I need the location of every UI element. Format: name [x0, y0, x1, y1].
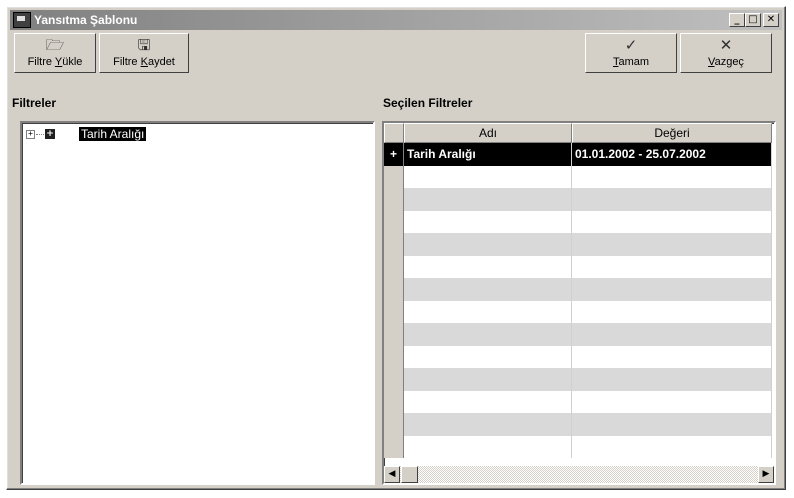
grid-header: Adı Değeri: [384, 123, 772, 143]
app-icon: [13, 12, 31, 28]
empty-row: [384, 368, 772, 391]
window-title: Yansıtma Şablonu: [34, 13, 138, 27]
empty-row: [384, 188, 772, 211]
scroll-right-icon[interactable]: ▶: [758, 466, 774, 483]
expand-icon[interactable]: +: [26, 129, 35, 139]
empty-row: [384, 165, 772, 188]
tree-item[interactable]: + + Tarih Aralığı: [26, 127, 147, 141]
cell-name[interactable]: Tarih Aralığı: [404, 143, 572, 166]
save-filter-button[interactable]: 🖫 Filtre Kaydet: [99, 33, 189, 73]
open-folder-icon: 🗁: [45, 36, 65, 54]
title-bar[interactable]: Yansıtma Şablonu _ □ ✕: [10, 10, 782, 30]
close-button[interactable]: ✕: [763, 13, 779, 27]
horizontal-scrollbar[interactable]: ◀ ▶: [384, 466, 774, 483]
empty-row: [384, 345, 772, 368]
cancel-button[interactable]: ✕ Vazgeç: [680, 33, 772, 73]
filters-tree[interactable]: + + Tarih Aralığı: [20, 121, 375, 485]
ok-button[interactable]: ✓ Tamam: [585, 33, 677, 73]
empty-row: [384, 435, 772, 458]
empty-row: [384, 300, 772, 323]
empty-row: [384, 233, 772, 256]
scroll-thumb[interactable]: [401, 466, 418, 483]
window: Yansıtma Şablonu _ □ ✕ 🗁 Filtre Yükle 🖫 …: [6, 6, 786, 490]
column-header-name[interactable]: Adı: [404, 123, 572, 143]
column-header-value[interactable]: Değeri: [572, 123, 772, 143]
selected-filters-grid[interactable]: Adı Değeri + Tarih Aralığı 01.01.2002 - …: [382, 121, 776, 485]
row-indicator: +: [384, 143, 404, 166]
maximize-button[interactable]: □: [745, 13, 761, 27]
empty-row: [384, 390, 772, 413]
grid-body: + Tarih Aralığı 01.01.2002 - 25.07.2002: [384, 143, 772, 458]
load-filter-button[interactable]: 🗁 Filtre Yükle: [14, 33, 96, 73]
tree-item-label[interactable]: Tarih Aralığı: [79, 127, 147, 141]
scroll-left-icon[interactable]: ◀: [384, 466, 400, 483]
cell-value[interactable]: 01.01.2002 - 25.07.2002: [572, 143, 772, 166]
empty-row: [384, 210, 772, 233]
cross-tools-icon: ✕: [719, 36, 733, 54]
floppy-disk-icon: 🖫: [137, 36, 151, 54]
empty-row: [384, 413, 772, 436]
selected-filters-heading: Seçilen Filtreler: [383, 96, 473, 110]
filters-heading: Filtreler: [12, 96, 57, 110]
checkmark-icon: ✓: [624, 36, 638, 54]
row-indicator-header: [384, 123, 404, 143]
plus-node-icon: +: [45, 129, 55, 139]
empty-row: [384, 278, 772, 301]
empty-row: [384, 255, 772, 278]
minimize-button[interactable]: _: [729, 13, 745, 27]
table-row[interactable]: + Tarih Aralığı 01.01.2002 - 25.07.2002: [384, 143, 772, 166]
empty-row: [384, 323, 772, 346]
toolbar: 🗁 Filtre Yükle 🖫 Filtre Kaydet ✓ Tamam ✕…: [10, 33, 782, 75]
